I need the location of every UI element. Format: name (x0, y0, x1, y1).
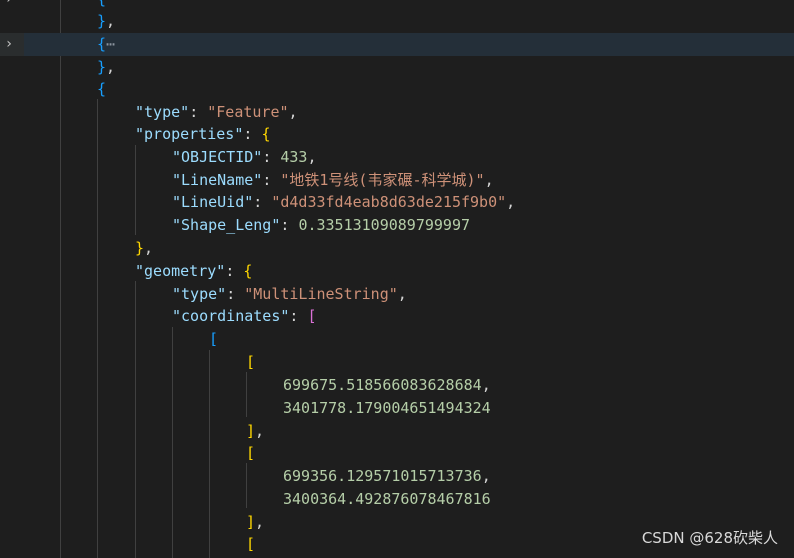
code-line[interactable]: "type": "MultiLineString", (0, 283, 794, 306)
json-entry-type: "type": "Feature", (135, 103, 298, 121)
code-line[interactable]: "OBJECTID": 433, (0, 146, 794, 169)
close-bracket-line: ], (246, 513, 265, 531)
code-line[interactable]: { (0, 78, 794, 101)
coordinate-value: 699675.518566083628684, (283, 376, 491, 394)
code-line[interactable]: [ (0, 328, 794, 351)
code-line[interactable]: "geometry": { (0, 260, 794, 283)
chevron-right-icon[interactable]: › (2, 33, 16, 56)
open-bracket: [ (246, 535, 256, 553)
watermark: CSDN @628砍柴人 (641, 529, 778, 547)
coordinate-value: 699356.129571015713736, (283, 467, 491, 485)
close-bracket-line: ], (246, 422, 265, 440)
code-line[interactable]: 3401778.179004651494324 (0, 397, 794, 420)
code-line[interactable]: "properties": { (0, 123, 794, 146)
code-line[interactable]: 3400364.492876078467816 (0, 488, 794, 511)
code-line[interactable]: }, (0, 56, 794, 79)
folded-object[interactable]: {⋯ (97, 33, 115, 56)
json-entry-shape-leng: "Shape_Leng": 0.33513109089799997 (172, 216, 471, 234)
code-line[interactable]: "coordinates": [ (0, 305, 794, 328)
json-entry-objectid: "OBJECTID": 433, (172, 148, 317, 166)
close-brace-line: }, (97, 12, 116, 30)
code-line[interactable]: "type": "Feature", (0, 101, 794, 124)
code-line[interactable]: }, (0, 10, 794, 33)
close-brace-line: }, (97, 58, 116, 76)
json-entry-properties: "properties": { (135, 125, 271, 143)
code-line[interactable]: ], (0, 420, 794, 443)
code-line[interactable]: "Shape_Leng": 0.33513109089799997 (0, 214, 794, 237)
open-bracket: [ (246, 353, 256, 371)
code-line[interactable]: [ (0, 442, 794, 465)
code-line[interactable]: "LineName": "地铁1号线(韦家碾-科学城)", (0, 169, 794, 192)
coordinate-value: 3401778.179004651494324 (283, 399, 491, 417)
code-line[interactable]: "LineUid": "d4d33fd4eab8d63de215f9b0", (0, 191, 794, 214)
code-editor[interactable]: › { }, › {⋯ }, { "type": "Feature", "pro… (0, 0, 794, 558)
fold-ellipsis-icon: ⋯ (106, 35, 116, 53)
open-brace: { (97, 80, 107, 98)
json-entry-geometry: "geometry": { (135, 262, 253, 280)
code-line-folded[interactable]: › {⋯ (0, 33, 794, 56)
code-line[interactable]: [ (0, 351, 794, 374)
open-bracket: [ (246, 444, 256, 462)
json-entry-coordinates: "coordinates": [ (172, 307, 317, 325)
code-line[interactable]: 699356.129571015713736, (0, 465, 794, 488)
close-brace-line: }, (135, 239, 154, 257)
code-line[interactable]: 699675.518566083628684, (0, 374, 794, 397)
json-entry-geometry-type: "type": "MultiLineString", (172, 285, 407, 303)
code-line[interactable]: }, (0, 237, 794, 260)
json-entry-linename: "LineName": "地铁1号线(韦家碾-科学城)", (172, 171, 494, 189)
json-entry-lineuid: "LineUid": "d4d33fd4eab8d63de215f9b0", (172, 193, 516, 211)
coordinate-value: 3400364.492876078467816 (283, 490, 491, 508)
open-bracket: [ (209, 330, 219, 348)
